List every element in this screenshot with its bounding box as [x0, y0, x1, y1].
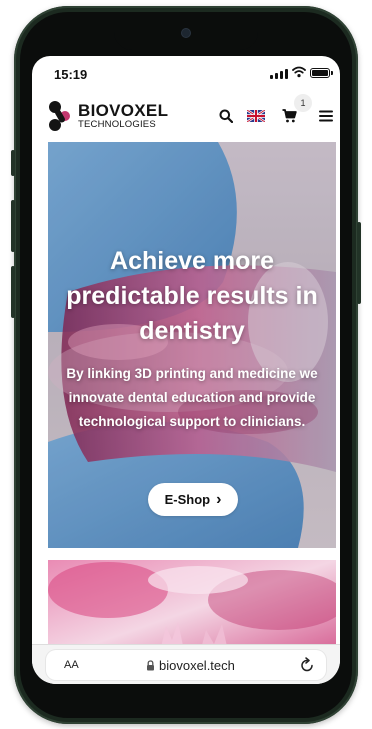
mute-switch	[11, 150, 15, 176]
volume-down-button	[11, 266, 15, 318]
eshop-button[interactable]: E-Shop ›	[148, 483, 238, 516]
wifi-icon	[292, 66, 306, 78]
eshop-button-label: E-Shop	[164, 492, 211, 507]
brand-name: BIOVOXEL	[78, 101, 169, 121]
cart-count-badge: 1	[294, 94, 312, 112]
language-selector[interactable]	[246, 105, 266, 127]
text-size-button[interactable]: AA	[64, 659, 79, 671]
status-bar: 15:19	[32, 56, 340, 92]
biovoxel-logo-mark-icon	[49, 101, 70, 131]
address-field[interactable]: AA biovoxel.tech	[46, 650, 326, 680]
browser-address-bar: AA biovoxel.tech	[32, 644, 340, 684]
battery-icon	[310, 68, 333, 78]
url-display: biovoxel.tech	[146, 658, 235, 673]
uk-flag-icon	[247, 110, 265, 122]
power-button	[357, 222, 361, 304]
cart-icon	[282, 109, 297, 123]
url-text: biovoxel.tech	[159, 658, 235, 673]
search-icon	[219, 109, 233, 123]
camera	[182, 29, 190, 37]
search-button[interactable]	[216, 105, 236, 127]
menu-button[interactable]	[316, 105, 336, 127]
volume-up-button	[11, 200, 15, 252]
site-header: BIOVOXEL TECHNOLOGIES 1	[32, 92, 340, 142]
hero-title: Achieve more predictable results in dent…	[66, 247, 318, 345]
reload-button[interactable]	[300, 657, 314, 677]
status-time: 15:19	[54, 67, 88, 82]
cellular-signal-icon	[270, 69, 288, 79]
screen: 15:19 BIOVOXEL TECHNOLOGIES 1 Achieve mo…	[32, 56, 340, 684]
lock-icon	[147, 660, 154, 671]
hero-banner: Achieve more predictable results in dent…	[48, 142, 336, 548]
chevron-right-icon: ›	[216, 490, 222, 508]
hero-description: By linking 3D printing and medicine we i…	[66, 366, 318, 429]
hamburger-menu-icon	[319, 110, 333, 122]
brand-subtitle: TECHNOLOGIES	[78, 119, 156, 131]
biovoxel-logo[interactable]: BIOVOXEL TECHNOLOGIES	[46, 98, 176, 134]
reload-icon	[301, 657, 313, 672]
notch	[114, 20, 258, 50]
